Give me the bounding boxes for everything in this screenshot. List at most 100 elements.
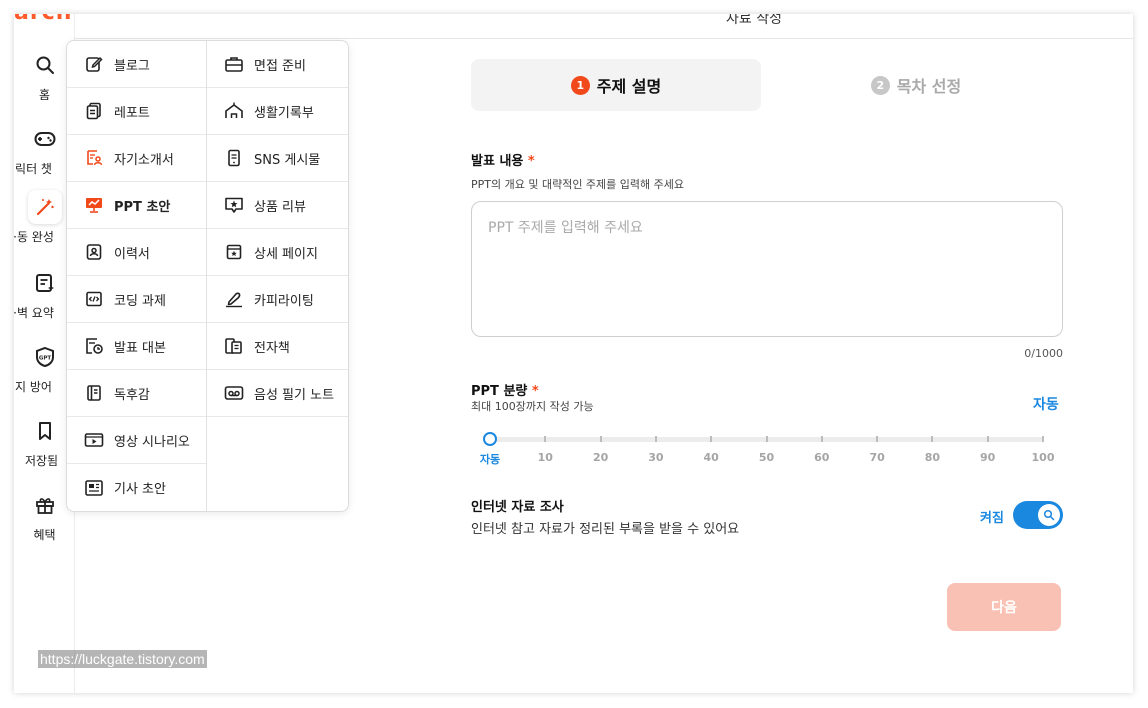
menu-item-book-report[interactable]: 독후감: [67, 370, 206, 417]
slider-tick-label[interactable]: 40: [704, 451, 719, 464]
amount-subtitle: 최대 100장까지 작성 가능: [471, 400, 594, 413]
slider-tick-label[interactable]: 60: [814, 451, 829, 464]
required-mark: *: [531, 384, 539, 399]
slider-tick: [654, 436, 657, 442]
topic-title-text: 발표 내용: [471, 154, 524, 169]
sidebar-item-label: 저장됨: [24, 454, 59, 468]
research-toggle[interactable]: [1013, 501, 1063, 529]
slider-tick: [1042, 436, 1044, 442]
slider-tick: [544, 436, 547, 442]
slider-tick: [599, 436, 602, 442]
slider-tick: [710, 436, 713, 442]
menu-item-video-scenario[interactable]: 영상 시나리오: [67, 417, 206, 464]
menu-item-label: 전자책: [254, 340, 290, 356]
menu-item-report[interactable]: 레포트: [67, 88, 206, 135]
menu-item-label: 생활기록부: [254, 105, 314, 121]
phone-icon: [224, 148, 244, 168]
edit-icon: [84, 54, 104, 74]
topic-title: 발표 내용 *: [471, 150, 535, 169]
menu-item-copywriting[interactable]: 카피라이팅: [207, 276, 348, 323]
topic-input[interactable]: [471, 201, 1063, 337]
menu-item-resume[interactable]: 이력서: [67, 229, 206, 276]
svg-text:GPT: GPT: [38, 356, 51, 362]
app-window: arch 자료 작성 홈 릭터 챗 ·동 완성 ·벽 요약: [14, 14, 1133, 693]
sidebar-item-label: 지 방어: [15, 380, 52, 394]
next-button[interactable]: 다음: [947, 583, 1061, 631]
document-type-menu: 블로그 레포트 자기소개서 PPT 초안 이력서 코딩 과제 발표 대본 독후감…: [66, 40, 349, 512]
menu-column-right: 면접 준비 생활기록부 SNS 게시물 상품 리뷰 상세 페이지 카피라이팅 전…: [207, 41, 348, 417]
slider-tick: [931, 436, 934, 442]
menu-item-voice-note[interactable]: 음성 필기 노트: [207, 370, 348, 417]
char-counter: 0/1000: [1024, 347, 1063, 360]
menu-item-label: 자기소개서: [114, 152, 174, 168]
amount-title: PPT 분량 *: [471, 380, 539, 399]
menu-item-detail-page[interactable]: 상세 페이지: [207, 229, 348, 276]
gpt-shield-icon: GPT: [28, 340, 62, 374]
code-icon: [84, 289, 104, 309]
search-icon: [1038, 504, 1060, 526]
book-icon: [84, 383, 104, 403]
page-header-title: 자료 작성: [726, 14, 782, 27]
step-topic[interactable]: 1 주제 설명: [471, 59, 761, 111]
slider-tick: [986, 436, 989, 442]
search-icon: [28, 48, 62, 82]
slider-tick-label[interactable]: 50: [759, 451, 774, 464]
menu-item-ppt-draft[interactable]: PPT 초안: [67, 182, 206, 229]
profile-doc-icon: [84, 148, 104, 168]
step-number: 2: [870, 75, 890, 95]
menu-item-presentation-script[interactable]: 발표 대본: [67, 323, 206, 370]
amount-slider-track[interactable]: [490, 436, 1044, 442]
menu-item-label: 음성 필기 노트: [254, 387, 335, 403]
slider-tick: [820, 436, 823, 442]
slider-tick-label[interactable]: 30: [648, 451, 663, 464]
ppt-icon: [84, 195, 104, 215]
menu-item-label: 이력서: [114, 246, 150, 262]
watermark: https://luckgate.tistory.com: [38, 650, 207, 668]
menu-item-product-review[interactable]: 상품 리뷰: [207, 182, 348, 229]
slider-tick: [876, 436, 879, 442]
research-toggle-label: 켜짐: [980, 511, 1004, 526]
menu-item-interview[interactable]: 면접 준비: [207, 41, 348, 88]
sidebar-item-label: 혜택: [33, 528, 56, 542]
slider-tick-label[interactable]: 90: [980, 451, 995, 464]
required-mark: *: [527, 154, 535, 169]
ebook-icon: [224, 336, 244, 356]
menu-item-ebook[interactable]: 전자책: [207, 323, 348, 370]
store-star-icon: [224, 242, 244, 262]
menu-item-label: PPT 초안: [114, 199, 171, 215]
menu-item-blog[interactable]: 블로그: [67, 41, 206, 88]
voice-icon: [224, 383, 244, 403]
menu-item-label: 영상 시나리오: [114, 434, 190, 450]
step-label: 목차 선정: [896, 77, 962, 96]
menu-item-label: 블로그: [114, 58, 150, 74]
slider-tick-label[interactable]: 20: [593, 451, 608, 464]
step-outline[interactable]: 2 목차 선정: [771, 59, 1061, 111]
slider-tick-label[interactable]: 10: [538, 451, 553, 464]
sidebar-item-label: ·벽 요약: [14, 306, 54, 320]
menu-item-self-intro[interactable]: 자기소개서: [67, 135, 206, 182]
menu-item-label: 기사 초안: [114, 482, 166, 497]
slider-tick-label[interactable]: 100: [1032, 451, 1055, 464]
menu-item-article-draft[interactable]: 기사 초안: [67, 464, 206, 511]
menu-item-label: 상세 페이지: [254, 246, 318, 262]
script-clock-icon: [84, 336, 104, 356]
resume-icon: [84, 242, 104, 262]
menu-item-school-record[interactable]: 생활기록부: [207, 88, 348, 135]
star-chat-icon: [224, 195, 244, 215]
bookmark-icon: [28, 414, 62, 448]
menu-item-label: SNS 게시물: [254, 152, 321, 168]
menu-item-sns-post[interactable]: SNS 게시물: [207, 135, 348, 182]
amount-selected-value[interactable]: 자동: [1033, 394, 1059, 414]
gift-icon: [28, 488, 62, 522]
menu-item-coding[interactable]: 코딩 과제: [67, 276, 206, 323]
slider-tick-label[interactable]: 80: [925, 451, 940, 464]
menu-item-label: 발표 대본: [114, 340, 166, 356]
topic-subtitle: PPT의 개요 및 대략적인 주제를 입력해 주세요: [471, 178, 685, 191]
menu-item-label: 코딩 과제: [114, 293, 166, 309]
menu-column-left: 블로그 레포트 자기소개서 PPT 초안 이력서 코딩 과제 발표 대본 독후감…: [67, 41, 207, 511]
menu-item-label: 면접 준비: [254, 58, 306, 74]
slider-tick-label[interactable]: 70: [869, 451, 884, 464]
header-divider: [75, 38, 1133, 39]
slider-tick-label[interactable]: 자동: [480, 451, 500, 467]
amount-slider-knob[interactable]: [483, 432, 497, 446]
